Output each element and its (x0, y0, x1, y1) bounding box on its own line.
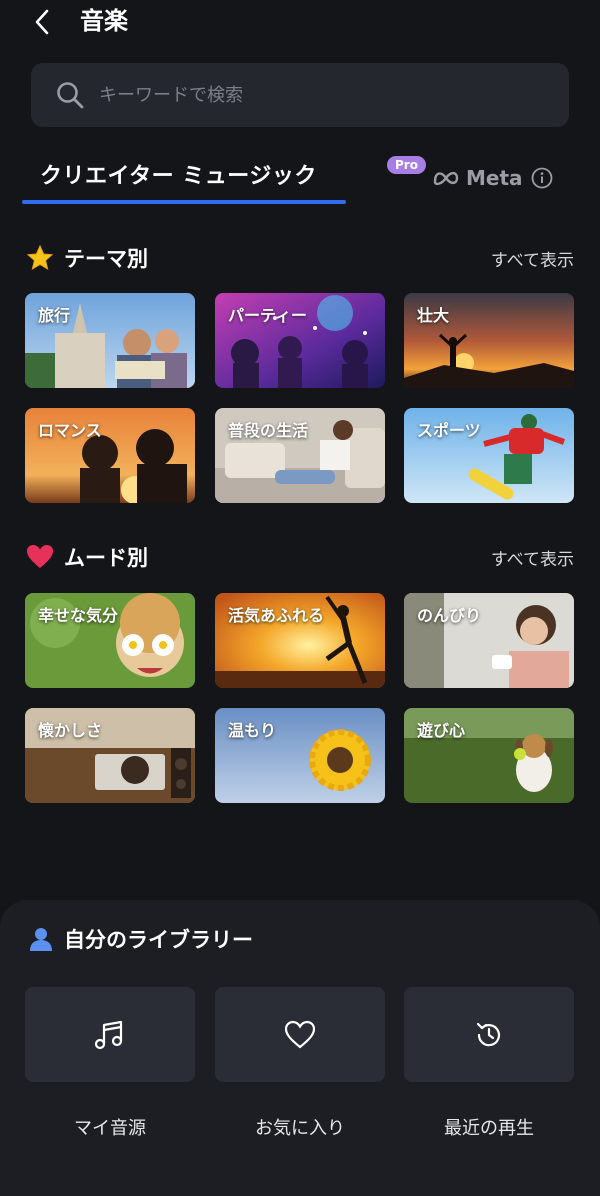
theme-card-label: スポーツ (417, 421, 481, 440)
library-title: 自分のライブラリー (64, 928, 253, 952)
recent-plays-label: 最近の再生 (444, 1118, 534, 1139)
theme-see-all-link[interactable]: すべて表示 (491, 246, 574, 271)
mood-card-label: 遊び心 (417, 721, 466, 740)
recent-plays-button[interactable] (404, 987, 574, 1082)
tab-creator-music[interactable]: クリエイター ミュージック (22, 148, 346, 204)
mood-card-label: 幸せな気分 (38, 606, 119, 625)
theme-card-travel[interactable]: 旅行 (25, 293, 195, 388)
mood-section-title: ムード別 (64, 546, 148, 570)
heart-icon (26, 543, 54, 571)
mood-card-playful[interactable]: 遊び心 (404, 708, 574, 803)
back-chevron-icon[interactable] (32, 8, 52, 36)
theme-card-daily-life[interactable]: 普段の生活 (215, 408, 385, 503)
back-button[interactable] (26, 6, 58, 38)
user-icon (30, 928, 52, 951)
active-tab-indicator (22, 200, 346, 204)
mood-card-relaxed[interactable]: のんびり (404, 593, 574, 688)
mood-card-label: 温もり (228, 721, 277, 740)
mood-card-happy[interactable]: 幸せな気分 (25, 593, 195, 688)
theme-card-romance[interactable]: ロマンス (25, 408, 195, 503)
mood-card-warmth[interactable]: 温もり (215, 708, 385, 803)
pro-badge: Pro (387, 156, 426, 174)
heart-outline-icon (284, 1020, 316, 1048)
mood-section-header: ムード別 すべて表示 (26, 539, 574, 575)
mood-card-energetic[interactable]: 活気あふれる (215, 593, 385, 688)
tab-meta-label: Meta (466, 166, 523, 190)
search-icon (57, 82, 84, 109)
tab-meta[interactable]: Meta (432, 156, 553, 200)
theme-card-label: ロマンス (38, 421, 102, 440)
mood-card-nostalgia[interactable]: 懐かしさ (25, 708, 195, 803)
theme-card-party[interactable]: パーティー (215, 293, 385, 388)
meta-logo-icon (433, 171, 459, 186)
info-icon[interactable] (531, 167, 553, 189)
mood-card-label: のんびり (417, 606, 482, 625)
header: 音楽 (0, 0, 600, 44)
theme-card-epic[interactable]: 壮大 (404, 293, 574, 388)
search-bar[interactable] (31, 63, 569, 127)
theme-card-label: パーティー (228, 306, 308, 325)
search-input[interactable] (99, 84, 519, 106)
star-icon (26, 244, 54, 272)
page-title: 音楽 (80, 7, 128, 35)
mood-see-all-link[interactable]: すべて表示 (491, 545, 574, 570)
tab-creator-music-label: クリエイター ミュージック (40, 164, 317, 189)
my-sounds-button[interactable] (25, 987, 195, 1082)
music-note-icon (94, 1020, 123, 1049)
tab-bar: クリエイター ミュージック Meta (0, 148, 600, 206)
theme-card-sports[interactable]: スポーツ (404, 408, 574, 503)
theme-section-header: テーマ別 すべて表示 (26, 240, 574, 276)
theme-card-label: 旅行 (38, 306, 71, 325)
library-panel: 自分のライブラリー マイ音源 お気に入り 最近の再生 (0, 900, 600, 1196)
library-header: 自分のライブラリー (28, 924, 253, 954)
history-icon (476, 1022, 501, 1046)
favorites-label: お気に入り (255, 1118, 345, 1139)
favorites-button[interactable] (215, 987, 385, 1082)
theme-card-label: 壮大 (417, 306, 450, 325)
mood-card-label: 懐かしさ (38, 721, 103, 740)
my-sounds-label: マイ音源 (74, 1118, 146, 1139)
theme-card-label: 普段の生活 (228, 421, 309, 440)
theme-section-title: テーマ別 (64, 247, 148, 271)
mood-card-label: 活気あふれる (228, 606, 325, 625)
